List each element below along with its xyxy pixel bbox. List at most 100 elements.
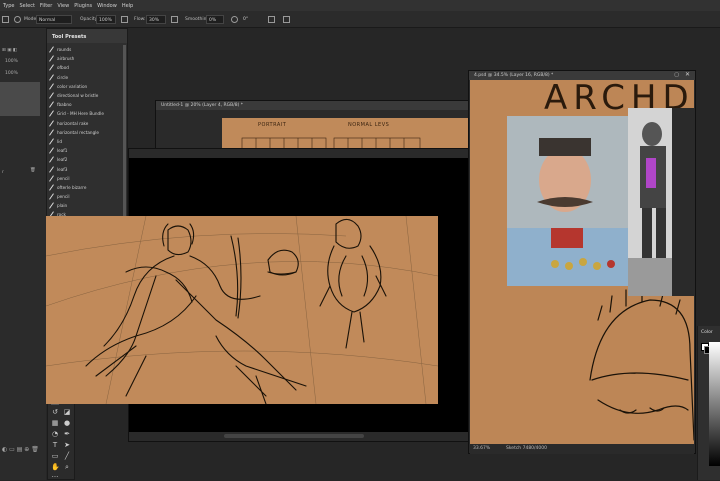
pen-tool-icon[interactable]: ✒ xyxy=(63,430,71,438)
menu-type[interactable]: Type xyxy=(3,3,14,9)
document-1-canvas[interactable]: PORTRAIT NORMAL LEVS xyxy=(222,118,470,152)
tool-preset-item[interactable]: ofbod xyxy=(49,63,123,72)
line-tool-icon[interactable]: ╱ xyxy=(63,452,71,460)
brush-icon xyxy=(49,65,54,70)
menu-bar: Type Select Filter View Plugins Window H… xyxy=(0,0,720,11)
portrait-image xyxy=(507,116,629,286)
document-tab-1[interactable]: Untitled-1 @ 20% (Layer 4, RGB/8) * xyxy=(156,101,469,110)
type-tool-icon[interactable]: T xyxy=(51,441,59,449)
tool-preset-label: fbabno xyxy=(57,102,72,108)
dodge-tool-icon[interactable]: ◔ xyxy=(51,430,59,438)
smoothing-gear-icon[interactable] xyxy=(231,16,238,23)
fullbody-image xyxy=(628,108,694,296)
eraser-tool-icon[interactable]: ◪ xyxy=(63,408,71,416)
gradient-tool-icon[interactable]: ▦ xyxy=(51,419,59,427)
brush-icon xyxy=(49,185,54,190)
color-picker-field[interactable] xyxy=(709,342,720,466)
shape-tool-icon[interactable]: ▭ xyxy=(51,452,59,460)
brush-icon xyxy=(49,139,54,144)
brush-icon xyxy=(49,93,54,98)
layer-action-icons[interactable]: ◐ ▭ ▤ ⊕ 🗑 xyxy=(2,446,39,453)
tool-preset-item[interactable]: airbrush xyxy=(49,54,123,63)
hand-tool-icon[interactable]: ✋ xyxy=(51,463,60,471)
pressure-size-icon[interactable] xyxy=(268,16,275,23)
tool-preset-item[interactable]: directional w bristle xyxy=(49,91,123,100)
history-brush-icon[interactable]: ↺ xyxy=(51,408,59,416)
brush-preset-icon[interactable] xyxy=(2,16,9,23)
tool-preset-item[interactable]: ofterle bizarre xyxy=(49,183,123,192)
brush-icon xyxy=(49,56,54,61)
menu-window[interactable]: Window xyxy=(97,3,117,9)
brush-icon xyxy=(49,47,54,52)
zoom-tool-icon[interactable]: ⌕ xyxy=(63,463,71,471)
trash-icon[interactable]: 🗑 xyxy=(30,168,36,173)
document-2-canvas[interactable] xyxy=(46,216,438,404)
layer-thumbnail[interactable] xyxy=(0,82,40,116)
pressure-opacity-icon[interactable] xyxy=(121,16,128,23)
menu-view[interactable]: View xyxy=(57,3,69,9)
doc3-zoom-level[interactable]: 33.67% xyxy=(473,446,490,451)
tool-preset-item[interactable]: horizontal rake xyxy=(49,119,123,128)
brush-icon xyxy=(49,111,54,116)
tool-preset-item[interactable]: pencil xyxy=(49,174,123,183)
path-selection-icon[interactable]: ➤ xyxy=(63,441,71,449)
brush-settings-icon[interactable] xyxy=(14,16,21,23)
zoom-level-2[interactable]: 100% xyxy=(5,71,18,76)
tool-preset-item[interactable]: fbabno xyxy=(49,100,123,109)
tool-preset-label: horizontal rake xyxy=(57,120,89,126)
tool-preset-item[interactable]: Grid - MH Here Bundle xyxy=(49,109,123,118)
tool-preset-item[interactable]: leaf3 xyxy=(49,164,123,173)
doc2-horizontal-scrollbar[interactable] xyxy=(224,434,364,438)
tool-presets-scrollbar[interactable] xyxy=(123,45,126,235)
tool-preset-label: pencil xyxy=(57,194,70,200)
doc1-grid-sketch xyxy=(241,137,421,152)
brush-icon xyxy=(49,203,54,208)
flow-field[interactable]: 30% xyxy=(146,15,166,24)
menu-select[interactable]: Select xyxy=(19,3,34,9)
tool-preset-label: directional w bristle xyxy=(57,93,99,99)
tool-preset-item[interactable]: color variation xyxy=(49,82,123,91)
tool-preset-label: color variation xyxy=(57,83,88,89)
mode-select[interactable]: Normal xyxy=(36,15,72,24)
tool-preset-item[interactable]: plain xyxy=(49,201,123,210)
symmetry-icon[interactable] xyxy=(283,16,290,23)
menu-help[interactable]: Help xyxy=(122,3,133,9)
tool-presets-title: Tool Presets xyxy=(52,34,87,40)
tool-preset-item[interactable]: lid xyxy=(49,137,123,146)
doc3-status-bar: 33.67% Sketch 7480/4000 xyxy=(470,444,694,454)
tool-preset-label: rounds xyxy=(57,47,72,53)
menu-filter[interactable]: Filter xyxy=(40,3,52,9)
brush-icon xyxy=(49,167,54,172)
brush-icon xyxy=(49,194,54,199)
brush-icon xyxy=(49,75,54,80)
doc3-close-icon[interactable]: ✕ xyxy=(685,71,690,78)
tool-preset-item[interactable]: rounds xyxy=(49,45,123,54)
tool-preset-label: ofbod xyxy=(57,65,69,71)
doc3-doc-size[interactable]: Sketch 7480/4000 xyxy=(506,446,547,451)
opacity-field[interactable]: 100% xyxy=(96,15,116,24)
angle-field[interactable]: 0° xyxy=(241,15,257,24)
reference-photo-portrait[interactable] xyxy=(507,116,629,286)
brush-icon xyxy=(49,148,54,153)
airbrush-icon[interactable] xyxy=(171,16,178,23)
tool-preset-item[interactable]: circle xyxy=(49,73,123,82)
zoom-level-1[interactable]: 100% xyxy=(5,59,18,64)
panel-marker: r xyxy=(2,170,4,175)
tool-preset-item[interactable]: pencil xyxy=(49,192,123,201)
brush-icon xyxy=(49,121,54,126)
tool-preset-item[interactable]: leaf1 xyxy=(49,146,123,155)
blur-tool-icon[interactable]: ● xyxy=(63,419,71,427)
menu-plugins[interactable]: Plugins xyxy=(74,3,92,9)
tool-preset-item[interactable]: leaf2 xyxy=(49,155,123,164)
reference-photo-fullbody[interactable] xyxy=(628,108,694,296)
smoothing-field[interactable]: 0% xyxy=(206,15,224,24)
tool-preset-item[interactable]: horizontal rectangle xyxy=(49,128,123,137)
brush-icon xyxy=(49,102,54,107)
tool-preset-label: circle xyxy=(57,74,69,80)
brush-icon xyxy=(49,157,54,162)
tool-preset-label: airbrush xyxy=(57,56,75,62)
tool-preset-label: horizontal rectangle xyxy=(57,129,99,135)
panel-icons[interactable]: ⊞ ▣ ◧ xyxy=(2,48,17,53)
color-panel-title: Color xyxy=(701,330,713,335)
tool-preset-label: Grid - MH Here Bundle xyxy=(57,111,104,117)
